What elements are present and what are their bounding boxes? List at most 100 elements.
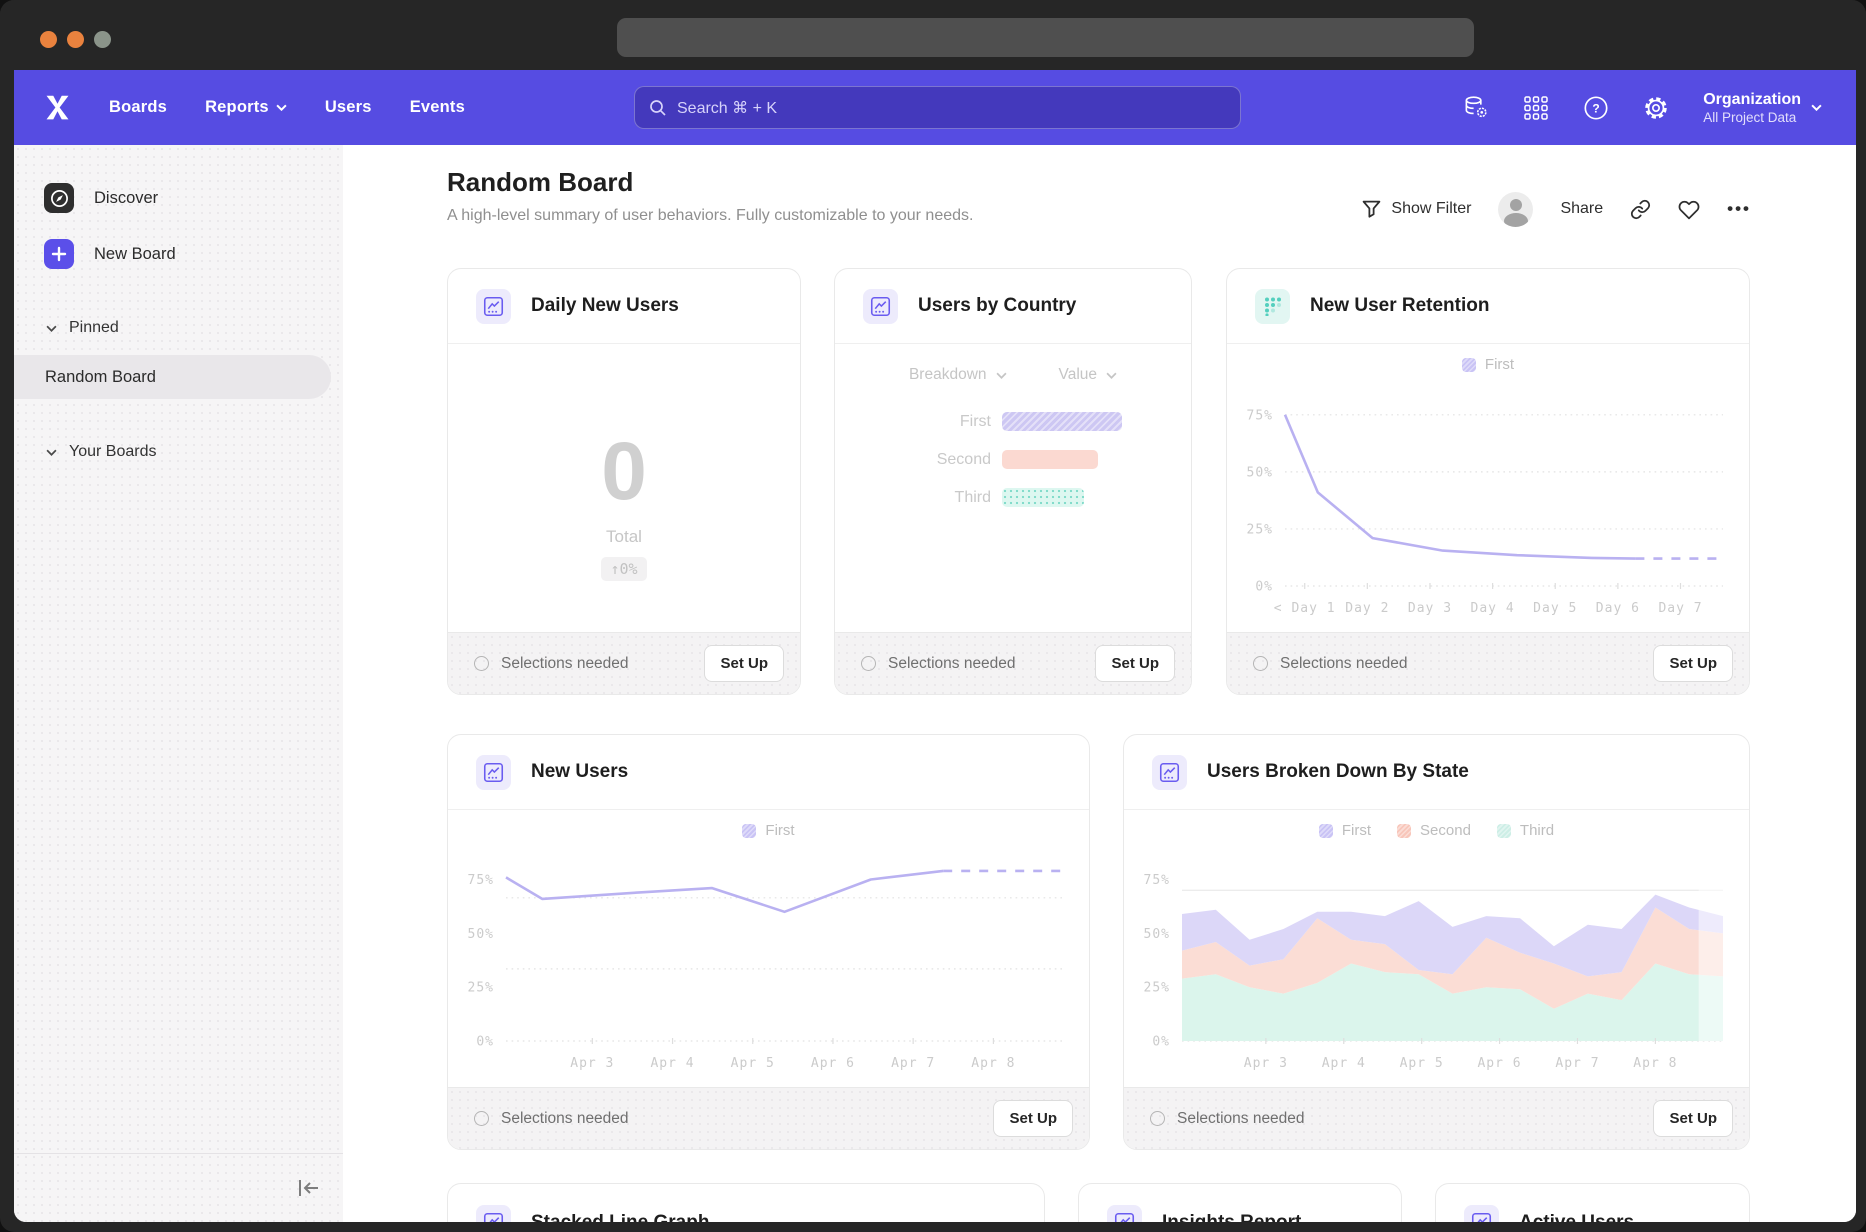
set-up-button[interactable]: Set Up [1653, 1100, 1733, 1137]
sidebar-footer [14, 1153, 343, 1222]
bar-label: First [835, 413, 991, 431]
address-bar[interactable] [617, 18, 1474, 57]
svg-text:Apr 8: Apr 8 [1633, 1056, 1677, 1071]
svg-text:75%: 75% [1247, 408, 1273, 423]
status-text: Selections needed [474, 655, 629, 673]
chart-legend: First [448, 822, 1089, 839]
set-up-button[interactable]: Set Up [1095, 645, 1175, 682]
card-body: Breakdown Value First [835, 344, 1191, 632]
sidebar-item-discover[interactable]: Discover [14, 183, 343, 213]
breakdown-dropdown[interactable]: Breakdown [909, 366, 1007, 384]
nav-left: Boards Reports Users Events [14, 94, 465, 121]
card-new-users: New Users First 75%50%25%0%Apr 3Apr 4Apr… [447, 734, 1090, 1150]
search-placeholder: Search ⌘ + K [677, 98, 777, 118]
card-body: First Second Third 75%50%25%0%Apr 3A [1124, 810, 1749, 1087]
legend-label: First [1342, 822, 1371, 839]
sidebar-section-your-boards[interactable]: Your Boards [14, 441, 343, 463]
kpi-block: 0 Total ↑0% [448, 344, 800, 632]
status-circle-icon [474, 656, 489, 671]
chevron-down-icon [46, 325, 57, 332]
legend-item: Third [1497, 822, 1554, 839]
nav-item-events[interactable]: Events [410, 98, 465, 117]
legend-swatch [1497, 824, 1511, 838]
show-filter-button[interactable]: Show Filter [1362, 200, 1471, 218]
nav-item-events-label: Events [410, 98, 465, 117]
window-minimize-button[interactable] [67, 31, 84, 48]
legend-swatch [1397, 824, 1411, 838]
nav-item-users[interactable]: Users [325, 98, 372, 117]
card-new-user-retention: New User Retention First 75%50%25%0%< Da… [1226, 268, 1750, 695]
apps-grid-icon[interactable] [1523, 95, 1549, 121]
data-management-icon[interactable] [1463, 95, 1489, 121]
share-label: Share [1560, 200, 1603, 218]
app-body: Discover New Board Pinned Random Board Y… [14, 145, 1856, 1222]
bar-row: Second [835, 450, 1191, 469]
sidebar-item-random-board[interactable]: Random Board [14, 355, 331, 399]
sidebar-section-label: Your Boards [69, 443, 156, 461]
value-dropdown[interactable]: Value [1059, 366, 1118, 384]
card-header: Daily New Users [448, 269, 800, 344]
svg-text:Day 6: Day 6 [1596, 601, 1640, 616]
kpi-delta-badge: ↑0% [601, 557, 646, 581]
board-actions: Show Filter Share [1362, 189, 1751, 229]
svg-text:50%: 50% [1247, 465, 1273, 480]
org-switcher[interactable]: Organization All Project Data [1703, 90, 1822, 125]
retention-grid-icon [1255, 289, 1290, 324]
mixpanel-logo-icon[interactable] [44, 94, 71, 121]
heart-icon [1678, 199, 1700, 220]
page-title: Random Board [447, 167, 633, 198]
svg-text:50%: 50% [1144, 927, 1170, 942]
card-title: Active Users [1519, 1212, 1634, 1223]
collapse-sidebar-icon[interactable] [297, 1177, 321, 1199]
status-text: Selections needed [474, 1110, 629, 1128]
chart-legend: First Second Third [1124, 822, 1749, 839]
compass-icon [44, 183, 74, 213]
nav-item-boards[interactable]: Boards [109, 98, 167, 117]
set-up-button[interactable]: Set Up [704, 645, 784, 682]
org-name: Organization [1703, 90, 1801, 110]
line-chart-icon [1152, 755, 1187, 790]
status-circle-icon [861, 656, 876, 671]
card-header: New User Retention [1227, 269, 1749, 344]
favorite-button[interactable] [1678, 199, 1700, 220]
legend-label: First [765, 822, 794, 839]
nav-right: ? Organization All Project Data [1463, 70, 1856, 145]
set-up-button[interactable]: Set Up [1653, 645, 1733, 682]
sidebar-item-label: Discover [94, 189, 158, 208]
sidebar-section-pinned[interactable]: Pinned [14, 317, 343, 339]
nav-item-reports-label: Reports [205, 98, 269, 117]
line-chart-icon [1464, 1205, 1499, 1222]
avatar[interactable] [1498, 192, 1533, 227]
set-up-button[interactable]: Set Up [993, 1100, 1073, 1137]
svg-text:50%: 50% [468, 927, 494, 942]
card-header: Users Broken Down By State [1124, 735, 1749, 810]
line-chart-icon [863, 289, 898, 324]
card-title: Daily New Users [531, 295, 679, 317]
sidebar-item-label: New Board [94, 245, 176, 264]
window-zoom-button[interactable] [94, 31, 111, 48]
sidebar-item-new-board[interactable]: New Board [14, 239, 343, 269]
line-chart-icon [476, 1205, 511, 1222]
card-stacked-line-graph: Stacked Line Graph [447, 1183, 1045, 1222]
org-project: All Project Data [1703, 110, 1801, 125]
nav-item-boards-label: Boards [109, 98, 167, 117]
nav-item-reports[interactable]: Reports [205, 98, 287, 117]
copy-link-button[interactable] [1630, 199, 1651, 220]
search-input[interactable]: Search ⌘ + K [634, 86, 1241, 129]
card-footer: Selections needed Set Up [835, 632, 1191, 694]
svg-text:25%: 25% [1247, 522, 1273, 537]
help-icon[interactable]: ? [1583, 95, 1609, 121]
card-title: New User Retention [1310, 295, 1489, 317]
legend-label: Third [1520, 822, 1554, 839]
card-header: Active Users [1436, 1184, 1749, 1222]
share-button[interactable]: Share [1560, 200, 1603, 218]
sidebar-section-label: Pinned [69, 319, 119, 337]
window-close-button[interactable] [40, 31, 57, 48]
status-circle-icon [474, 1111, 489, 1126]
svg-text:Apr 6: Apr 6 [811, 1056, 855, 1071]
bar-third [1002, 488, 1084, 507]
settings-gear-icon[interactable] [1643, 95, 1669, 121]
bar-first [1002, 412, 1122, 431]
sidebar: Discover New Board Pinned Random Board Y… [14, 145, 343, 1222]
chevron-down-icon [996, 372, 1007, 379]
